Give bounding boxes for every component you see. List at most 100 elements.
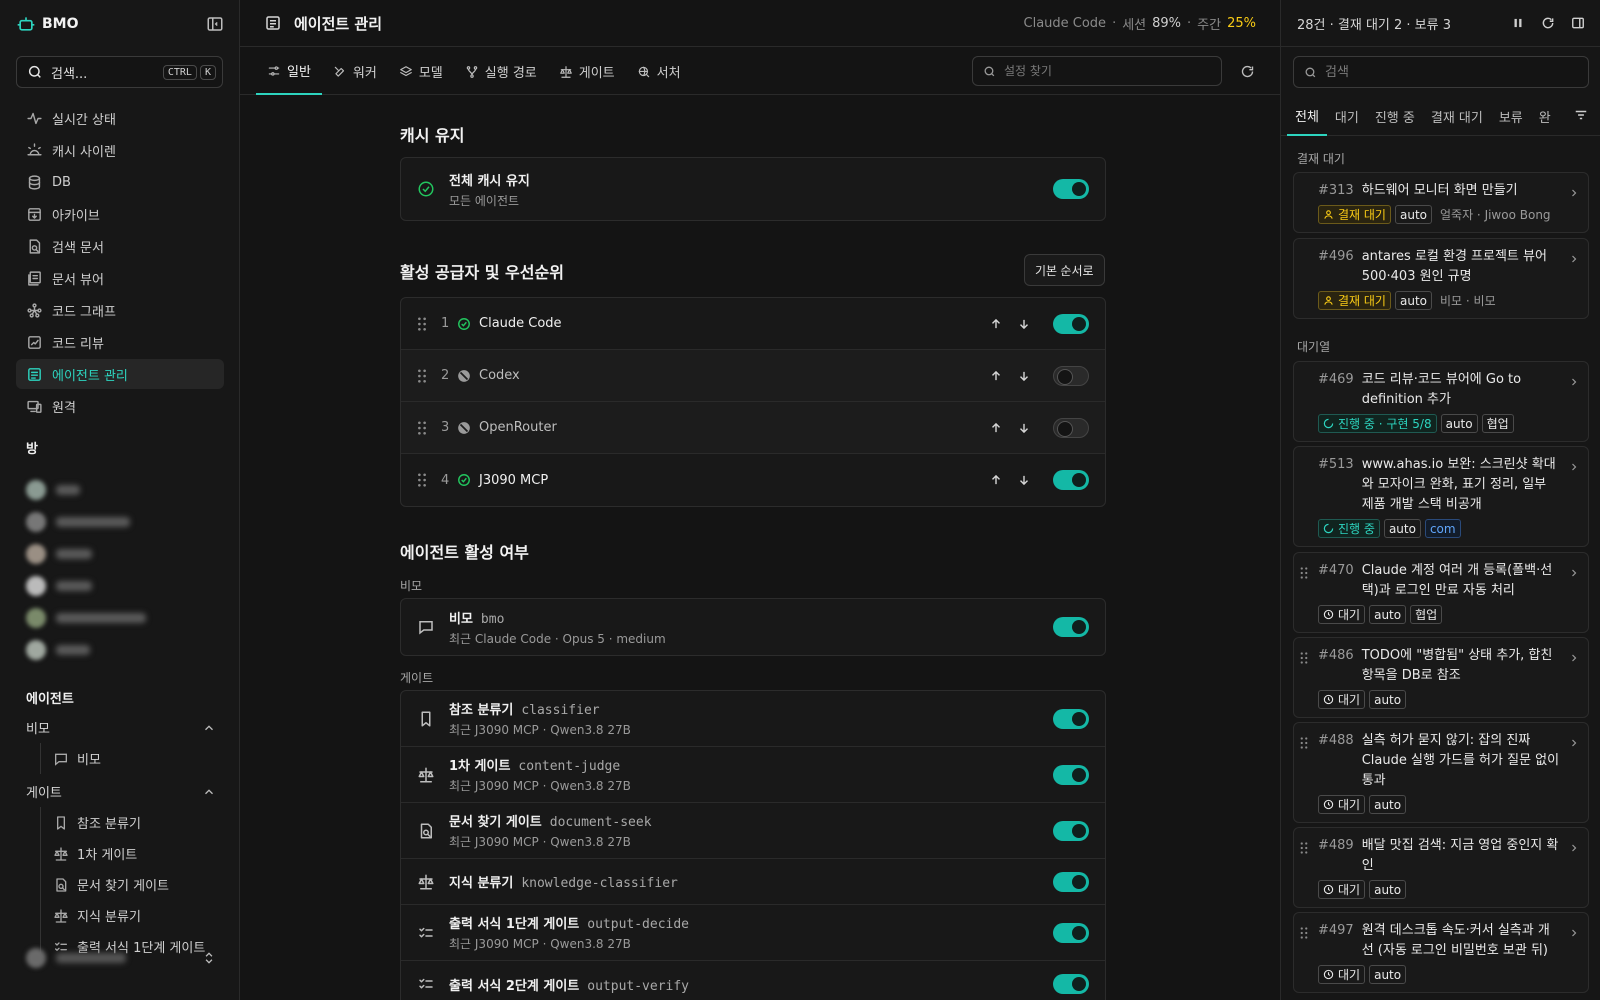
agent-row-gate: 출력 서식 1단계 게이트 output-decide 최근 J3090 MCP ·…: [401, 905, 1105, 961]
nav-item-6[interactable]: 코드 그래프: [16, 295, 224, 325]
provider-toggle[interactable]: [1053, 314, 1089, 334]
settings-search-input[interactable]: [1004, 64, 1204, 78]
cache-toggle[interactable]: [1053, 179, 1089, 199]
agent-toggle[interactable]: [1053, 709, 1089, 729]
avatar: [26, 544, 46, 564]
ticket-tag: auto: [1383, 519, 1421, 538]
list-icon: [26, 366, 44, 383]
sidebar-toggle-icon[interactable]: [206, 15, 224, 33]
room-item[interactable]: [26, 602, 216, 634]
sub-item-gate-2[interactable]: 문서 찾기 게이트: [41, 869, 220, 900]
queue-tab-0[interactable]: 전체: [1287, 96, 1327, 136]
room-item[interactable]: [26, 570, 216, 602]
group-gate[interactable]: 게이트: [26, 782, 216, 801]
refresh-icon[interactable]: [1240, 64, 1255, 79]
drag-handle-icon[interactable]: [417, 316, 427, 331]
tab-1[interactable]: 워커: [322, 48, 388, 95]
room-item[interactable]: [26, 474, 216, 506]
sub-item-gate-1[interactable]: 1차 게이트: [41, 838, 220, 869]
nav-item-3[interactable]: 아카이브: [16, 199, 224, 229]
tab-3[interactable]: 실행 경로: [454, 48, 548, 95]
provider-toggle[interactable]: [1053, 366, 1089, 386]
move-up-icon[interactable]: [989, 317, 1003, 331]
tab-2[interactable]: 모델: [388, 48, 454, 95]
ticket-tag: auto: [1369, 690, 1407, 709]
move-down-icon[interactable]: [1017, 369, 1031, 383]
ticket-card[interactable]: #488 실측 허가 묻지 않기: 잡의 진짜 Claude 실행 가드를 허가 …: [1293, 722, 1589, 823]
nav-item-7[interactable]: 코드 리뷰: [16, 327, 224, 357]
move-down-icon[interactable]: [1017, 421, 1031, 435]
drag-handle-icon[interactable]: [1300, 842, 1308, 854]
agent-toggle[interactable]: [1053, 765, 1089, 785]
default-order-button[interactable]: 기본 순서로: [1024, 254, 1105, 286]
queue-tab-1[interactable]: 대기: [1327, 96, 1367, 136]
ticket-tag-text: auto: [1374, 692, 1402, 707]
drag-handle-icon[interactable]: [417, 368, 427, 383]
drag-handle-icon[interactable]: [1300, 652, 1308, 664]
drag-handle-icon[interactable]: [1300, 737, 1308, 749]
tab-label: 모델: [418, 66, 443, 81]
user-menu[interactable]: [26, 946, 216, 970]
sub-item-bimo[interactable]: 비모: [41, 743, 220, 774]
refresh-icon[interactable]: [1541, 16, 1555, 30]
agent-toggle[interactable]: [1053, 974, 1089, 994]
queue-tab-3[interactable]: 결재 대기: [1423, 96, 1491, 136]
nav-item-0[interactable]: 실시간 상태: [16, 103, 224, 133]
agent-toggle[interactable]: [1053, 821, 1089, 841]
drag-handle-icon[interactable]: [417, 473, 427, 487]
filter-icon[interactable]: [1574, 108, 1588, 122]
room-item[interactable]: [26, 634, 216, 666]
pause-icon[interactable]: [1511, 16, 1525, 30]
global-search-button[interactable]: 검색... CTRL K: [16, 56, 223, 88]
search-icon: [983, 65, 996, 78]
queue-tab-2[interactable]: 진행 중: [1367, 96, 1423, 136]
ticket-title: TODO에 "병합됨" 상태 추가, 합친 항목을 DB로 참조: [1361, 648, 1553, 683]
agent-toggle[interactable]: [1053, 872, 1089, 892]
agent-toggle-bimo[interactable]: [1053, 617, 1089, 637]
queue-tab-4[interactable]: 보류: [1491, 96, 1531, 136]
drag-handle-icon[interactable]: [1300, 567, 1308, 579]
panel-toggle-icon[interactable]: [1571, 16, 1585, 30]
agent-toggle[interactable]: [1053, 923, 1089, 943]
ticket-tag: 대기: [1318, 880, 1366, 899]
ticket-card[interactable]: #496 antares 로컬 환경 프로젝트 뷰어 500·403 원인 규명 결…: [1293, 238, 1589, 319]
queue-section-title: 대기열: [1297, 340, 1331, 354]
ticket-card[interactable]: #469 코드 리뷰·코드 뷰어에 Go to definition 추가 진행 중…: [1293, 361, 1589, 442]
tab-4[interactable]: 게이트: [548, 48, 626, 95]
nav-item-4[interactable]: 검색 문서: [16, 231, 224, 261]
approval-section-title: 결재 대기: [1297, 152, 1345, 166]
queue-tab-5[interactable]: 완: [1531, 96, 1559, 136]
drag-handle-icon[interactable]: [1300, 927, 1308, 939]
move-down-icon[interactable]: [1017, 473, 1031, 487]
queue-search-input[interactable]: [1325, 64, 1575, 80]
sub-item-label: 문서 찾기 게이트: [77, 879, 169, 894]
move-down-icon[interactable]: [1017, 317, 1031, 331]
ticket-card[interactable]: #497 원격 데스크톱 속도·커서 실측과 개선 (자동 로그인 비밀번호 보관…: [1293, 912, 1589, 993]
ticket-card[interactable]: #513 www.ahas.io 보완: 스크린샷 확대와 모자이크 완화, 표기…: [1293, 446, 1589, 547]
provider-toggle[interactable]: [1053, 418, 1089, 438]
move-up-icon[interactable]: [989, 369, 1003, 383]
nav-item-1[interactable]: 캐시 사이렌: [16, 135, 224, 165]
provider-toggle[interactable]: [1053, 470, 1089, 490]
nav-item-9[interactable]: 원격: [16, 391, 224, 421]
room-item[interactable]: [26, 506, 216, 538]
nav-item-8[interactable]: 에이전트 관리: [16, 359, 224, 389]
tab-5[interactable]: 서처: [626, 48, 692, 95]
group-bimo[interactable]: 비모: [26, 718, 216, 737]
agent-code: output-decide: [587, 917, 690, 932]
ticket-card[interactable]: #486 TODO에 "병합됨" 상태 추가, 합친 항목을 DB로 참조 대기 au…: [1293, 637, 1589, 718]
sub-item-label: 1차 게이트: [77, 848, 138, 863]
nav-item-5[interactable]: 문서 뷰어: [16, 263, 224, 293]
drag-handle-icon[interactable]: [417, 420, 427, 435]
ticket-card[interactable]: #470 Claude 계정 여러 개 등록(폴백·선택)과 로그인 만료 자동 …: [1293, 552, 1589, 633]
ticket-card[interactable]: #313 하드웨어 모니터 화면 만들기 결재 대기 auto 얼죽자 · Jiwoo …: [1293, 172, 1589, 233]
move-up-icon[interactable]: [989, 473, 1003, 487]
tab-0[interactable]: 일반: [256, 48, 322, 95]
globe-search-icon: [637, 65, 651, 79]
sub-item-gate-0[interactable]: 참조 분류기: [41, 807, 220, 838]
nav-item-2[interactable]: DB: [16, 167, 224, 197]
ticket-card[interactable]: #489 배달 맛집 검색: 지금 영업 중인지 확인 대기 auto: [1293, 827, 1589, 908]
sub-item-gate-3[interactable]: 지식 분류기: [41, 900, 220, 931]
move-up-icon[interactable]: [989, 421, 1003, 435]
room-item[interactable]: [26, 538, 216, 570]
